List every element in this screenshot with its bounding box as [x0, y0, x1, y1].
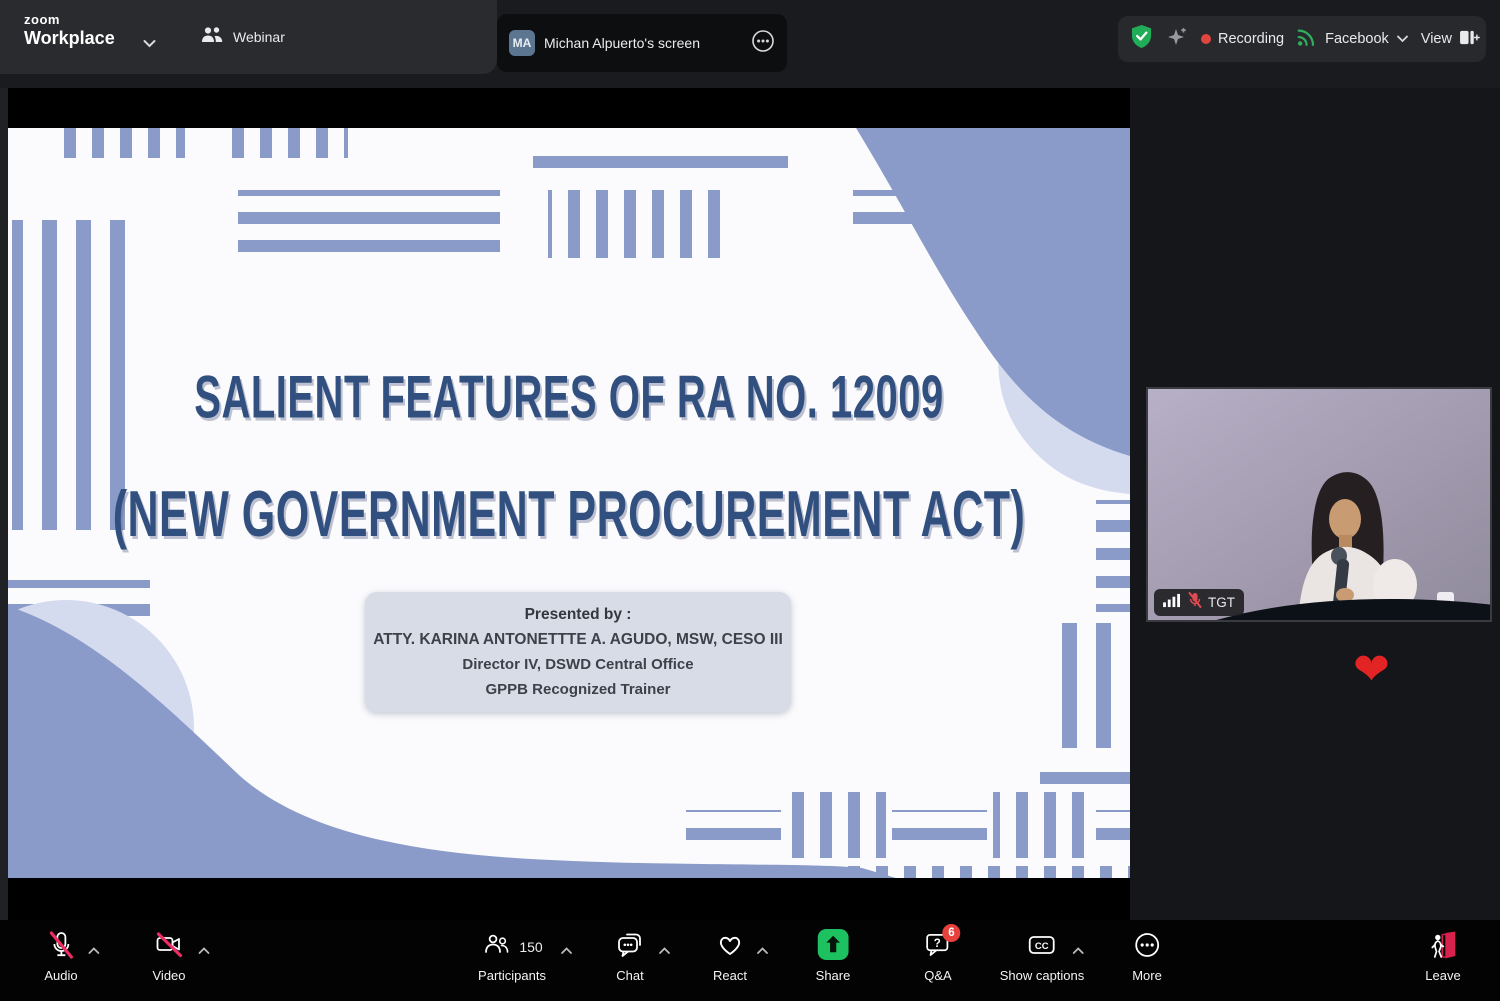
shared-screen-tab-title: Michan Alpuerto's screen: [544, 35, 742, 51]
chat-bubble-icon: [616, 931, 644, 963]
view-layout-icon: [1459, 29, 1480, 50]
chat-label: Chat: [616, 968, 643, 983]
shared-screen-tab[interactable]: MA Michan Alpuerto's screen: [497, 14, 787, 72]
slide-title-line2: (NEW GOVERNMENT PROCUREMENT ACT): [8, 479, 1130, 553]
tab-options-icon[interactable]: [751, 29, 775, 58]
facebook-livestream-control[interactable]: Facebook: [1296, 27, 1409, 52]
more-button[interactable]: More: [1132, 929, 1162, 983]
view-label: View: [1421, 31, 1452, 47]
logo-zoom-text: zoom: [24, 13, 115, 26]
logo-workplace-text: Workplace: [24, 29, 115, 47]
topbar-status-pill: Recording Facebook View: [1118, 16, 1486, 62]
heart-outline-icon: [716, 932, 744, 963]
participants-count: 150: [519, 939, 542, 955]
participants-label: Participants: [478, 968, 546, 983]
audio-label: Audio: [44, 968, 77, 983]
zoom-webinar-window: zoom Workplace Webinar MA Michan Alpue: [0, 0, 1500, 1001]
chat-options-caret[interactable]: [658, 943, 671, 961]
presenter-heading: Presented by :: [365, 602, 791, 627]
shared-screen-area: SALIENT FEATURES OF RA NO. 12009 (NEW GO…: [8, 88, 1130, 920]
topbar-left-panel: zoom Workplace Webinar: [0, 0, 497, 74]
webinar-label: Webinar: [233, 29, 285, 45]
react-label: React: [713, 968, 747, 983]
presenter-name: ATTY. KARINA ANTONETTTE A. AGUDO, MSW, C…: [365, 627, 791, 652]
camera-off-icon: [154, 931, 184, 963]
ai-companion-sparkle-icon[interactable]: [1165, 25, 1189, 54]
webinar-tab[interactable]: Webinar: [200, 24, 285, 49]
participants-icon: [481, 932, 511, 963]
presenter-box: Presented by : ATTY. KARINA ANTONETTTE A…: [365, 592, 791, 712]
closed-captions-icon: CC: [1027, 932, 1057, 963]
view-button[interactable]: View: [1421, 29, 1480, 50]
video-button[interactable]: Video: [152, 929, 185, 983]
chat-button[interactable]: Chat: [616, 929, 644, 983]
presentation-slide: SALIENT FEATURES OF RA NO. 12009 (NEW GO…: [8, 128, 1130, 878]
more-ellipsis-icon: [1133, 931, 1161, 964]
video-panel: TGT ❤: [1130, 88, 1500, 920]
slide-title-line1: SALIENT FEATURES OF RA NO. 12009: [8, 365, 1130, 433]
muted-mic-icon: [1188, 592, 1202, 613]
qa-label: Q&A: [924, 968, 951, 983]
audio-button[interactable]: Audio: [44, 929, 77, 983]
cc-glyph: CC: [1035, 940, 1049, 951]
heart-reaction: ❤: [1353, 648, 1390, 692]
presenter-credential: GPPB Recognized Trainer: [365, 677, 791, 702]
avatar: MA: [509, 30, 535, 56]
speaker-video-tile[interactable]: TGT: [1146, 387, 1492, 622]
facebook-label: Facebook: [1325, 31, 1389, 47]
participants-options-caret[interactable]: [560, 943, 573, 961]
qa-bubble-icon: ? 6: [925, 931, 952, 963]
captions-label: Show captions: [1000, 968, 1085, 983]
leave-button[interactable]: Leave: [1425, 929, 1460, 983]
livestream-broadcast-icon: [1296, 27, 1318, 52]
qa-unread-badge: 6: [943, 924, 961, 942]
leave-door-icon: [1428, 930, 1458, 965]
mic-muted-icon: [48, 931, 74, 964]
video-label: Video: [152, 968, 185, 983]
zoom-workplace-logo: zoom Workplace: [24, 13, 115, 47]
left-edge-strip: [0, 88, 8, 920]
audio-options-caret[interactable]: [87, 943, 100, 961]
participants-button[interactable]: 150 Participants: [478, 929, 546, 983]
recording-dot-icon: [1201, 34, 1211, 44]
react-options-caret[interactable]: [756, 943, 769, 961]
recording-indicator: Recording: [1201, 31, 1284, 47]
react-button[interactable]: React: [713, 929, 747, 983]
captions-options-caret[interactable]: [1072, 943, 1085, 961]
leave-label: Leave: [1425, 968, 1460, 983]
meeting-toolbar: Audio Video: [0, 920, 1500, 1001]
top-bar: zoom Workplace Webinar MA Michan Alpue: [0, 0, 1500, 88]
share-screen-icon: [817, 929, 848, 965]
speaker-name-label: TGT: [1208, 595, 1235, 610]
connection-signal-icon: [1163, 593, 1182, 613]
webinar-people-icon: [200, 24, 224, 49]
presenter-position: Director IV, DSWD Central Office: [365, 652, 791, 677]
video-options-caret[interactable]: [197, 943, 210, 961]
qa-button[interactable]: ? 6 Q&A: [924, 929, 951, 983]
security-shield-icon[interactable]: [1130, 24, 1153, 54]
speaker-video-frame: [1148, 389, 1492, 622]
qa-question-mark: ?: [934, 938, 941, 950]
captions-button[interactable]: CC Show captions: [1000, 929, 1085, 983]
recording-label: Recording: [1218, 31, 1284, 47]
share-button[interactable]: Share: [816, 929, 851, 983]
chevron-down-icon[interactable]: [142, 36, 157, 54]
chevron-down-icon: [1396, 31, 1409, 47]
video-tile-status-pill: TGT: [1154, 589, 1244, 616]
share-label: Share: [816, 968, 851, 983]
more-label: More: [1132, 968, 1162, 983]
